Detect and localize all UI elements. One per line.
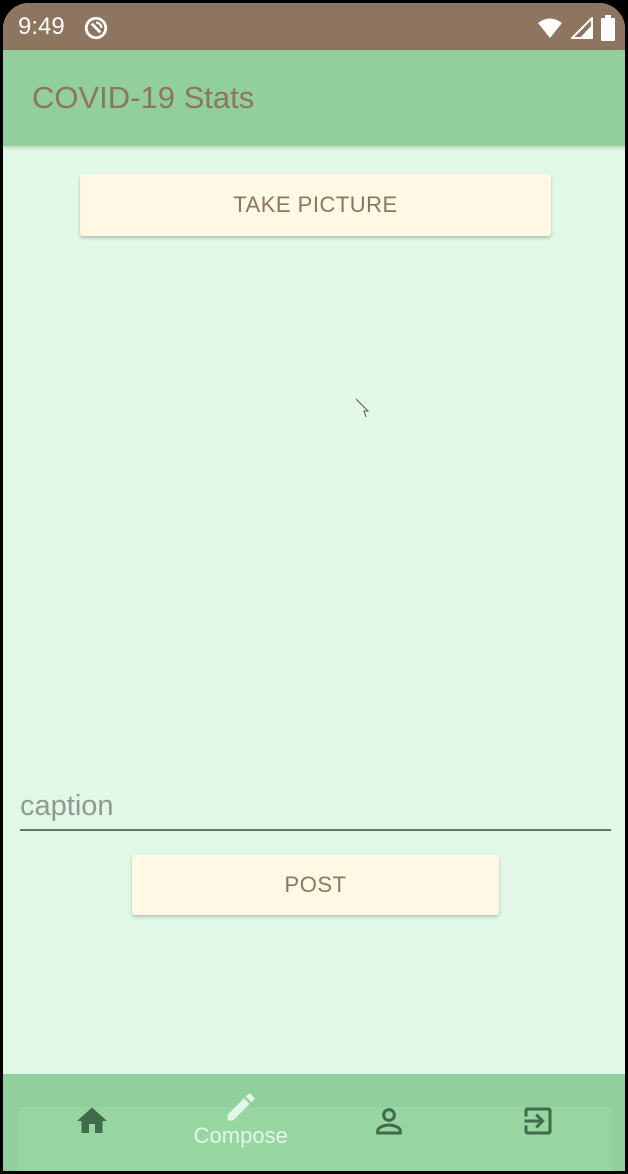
signal-icon — [571, 17, 593, 39]
nav-item-home[interactable] — [18, 1107, 167, 1171]
take-picture-button[interactable]: TAKE PICTURE — [80, 174, 551, 236]
logout-icon — [524, 1107, 552, 1135]
bottom-nav-container: Compose — [3, 1074, 625, 1171]
dnd-icon — [84, 16, 108, 40]
bottom-nav: Compose — [18, 1093, 613, 1171]
status-icons — [537, 15, 615, 41]
app-title: COVID-19 Stats — [32, 80, 255, 115]
app-bar: COVID-19 Stats — [3, 50, 625, 146]
mouse-cursor-icon — [355, 398, 370, 418]
pencil-icon — [227, 1093, 255, 1121]
nav-item-logout[interactable] — [464, 1107, 613, 1171]
wifi-icon — [538, 18, 562, 38]
person-icon — [376, 1108, 402, 1135]
nav-label-compose: Compose — [193, 1123, 288, 1148]
nav-item-compose[interactable]: Compose — [167, 1093, 316, 1171]
nav-item-profile[interactable] — [315, 1107, 464, 1171]
image-preview — [20, 253, 610, 773]
caption-input[interactable] — [20, 783, 611, 831]
battery-icon — [601, 15, 615, 41]
home-icon — [77, 1107, 108, 1133]
post-button[interactable]: POST — [132, 855, 499, 915]
status-time: 9:49 — [18, 13, 65, 40]
status-bar: 9:49 — [3, 3, 625, 50]
phone-screen: 9:49 COVID-19 Stats TAKE PICTURE caption… — [3, 3, 625, 1171]
